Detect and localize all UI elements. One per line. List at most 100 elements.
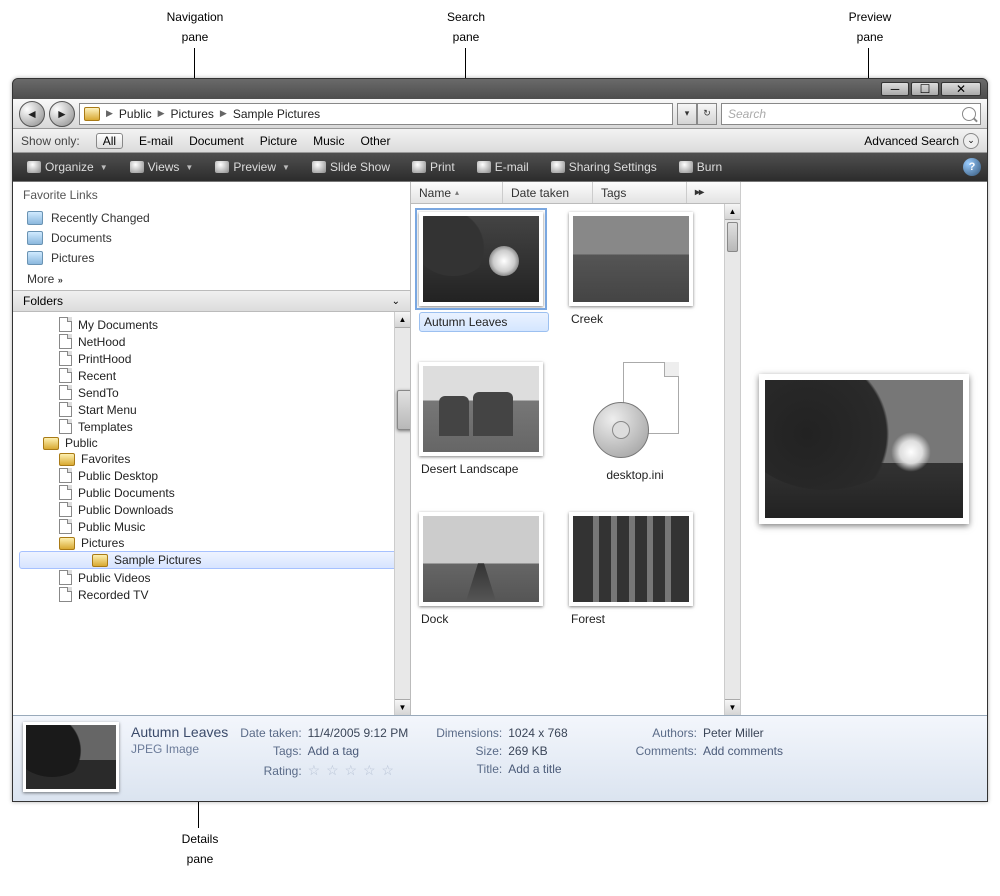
- views-button[interactable]: Views▼: [122, 156, 202, 178]
- document-icon: [59, 419, 72, 434]
- folder-icon: [59, 537, 75, 550]
- crumb-pictures[interactable]: Pictures: [171, 107, 214, 121]
- sharing-button[interactable]: Sharing Settings: [543, 156, 665, 178]
- list-scrollbar[interactable]: ▲ ▼: [724, 204, 740, 715]
- filter-document[interactable]: Document: [189, 134, 244, 148]
- item-label: Desert Landscape: [419, 462, 549, 476]
- crumb-public[interactable]: Public: [119, 107, 152, 121]
- print-button[interactable]: Print: [404, 156, 463, 178]
- slideshow-button[interactable]: Slide Show: [304, 156, 398, 178]
- slideshow-icon: [312, 161, 326, 173]
- item-creek[interactable]: Creek: [569, 212, 699, 332]
- more-columns-button[interactable]: ▸▸: [687, 187, 711, 198]
- rating-stars[interactable]: ☆ ☆ ☆ ☆ ☆: [308, 762, 409, 779]
- back-button[interactable]: ◄: [19, 101, 45, 127]
- filter-picture[interactable]: Picture: [260, 134, 297, 148]
- tree-startmenu[interactable]: Start Menu: [13, 401, 410, 418]
- tree-scrollbar[interactable]: ▲ ▼: [394, 312, 410, 715]
- tree-templates[interactable]: Templates: [13, 418, 410, 435]
- favlink-recently-changed[interactable]: Recently Changed: [13, 208, 410, 228]
- tree-recent[interactable]: Recent: [13, 367, 410, 384]
- maximize-icon: ☐: [920, 82, 931, 96]
- items-area[interactable]: Autumn Leaves Creek Desert Landscape: [411, 204, 740, 715]
- item-label: Forest: [569, 612, 699, 626]
- item-autumn-leaves[interactable]: Autumn Leaves: [419, 212, 549, 332]
- lbl-comments: Comments:: [636, 744, 697, 758]
- scroll-up-button[interactable]: ▲: [395, 312, 410, 328]
- callout-preview: Preview pane: [820, 6, 920, 47]
- burn-button[interactable]: Burn: [671, 156, 730, 178]
- explorer-window: ─ ☐ ✕ ◄ ► ▶ Public ▶ Pictures ▶ Sample P…: [12, 78, 988, 802]
- val-comments[interactable]: Add comments: [703, 744, 783, 758]
- help-button[interactable]: ?: [963, 158, 981, 176]
- scroll-thumb[interactable]: [397, 390, 410, 430]
- chevron-down-icon: ⌄: [963, 133, 979, 149]
- folders-header[interactable]: Folders ⌄: [13, 290, 410, 312]
- advanced-search-label: Advanced Search: [864, 134, 959, 148]
- favlink-documents[interactable]: Documents: [13, 228, 410, 248]
- search-placeholder: Search: [728, 107, 766, 121]
- minimize-button[interactable]: ─: [881, 82, 909, 96]
- search-input[interactable]: Search: [721, 103, 981, 125]
- documents-icon: [27, 231, 43, 245]
- filter-all[interactable]: All: [96, 133, 123, 149]
- tree-public-desktop[interactable]: Public Desktop: [13, 467, 410, 484]
- tree-recorded-tv[interactable]: Recorded TV: [13, 586, 410, 603]
- tree-public-downloads[interactable]: Public Downloads: [13, 501, 410, 518]
- col-tags[interactable]: Tags: [593, 182, 687, 203]
- tree-sample-pictures[interactable]: Sample Pictures: [19, 551, 404, 569]
- favlink-more[interactable]: More »: [13, 268, 410, 290]
- email-button[interactable]: E-mail: [469, 156, 537, 178]
- tree-public-documents[interactable]: Public Documents: [13, 484, 410, 501]
- lbl-date: Date taken:: [240, 726, 301, 740]
- thumb-forest: [569, 512, 693, 606]
- maximize-button[interactable]: ☐: [911, 82, 939, 96]
- advanced-search-button[interactable]: Advanced Search ⌄: [864, 133, 979, 149]
- callout-details: Details pane: [150, 828, 250, 869]
- tree-favorites[interactable]: Favorites: [13, 451, 410, 467]
- val-title[interactable]: Add a title: [508, 762, 567, 776]
- scroll-thumb[interactable]: [727, 222, 738, 252]
- decorative-flare: [817, 715, 987, 801]
- col-date[interactable]: Date taken: [503, 182, 593, 203]
- tree-public[interactable]: Public: [13, 435, 410, 451]
- filter-music[interactable]: Music: [313, 134, 344, 148]
- tree-public-music[interactable]: Public Music: [13, 518, 410, 535]
- search-icon: [962, 107, 976, 121]
- scroll-down-button[interactable]: ▼: [395, 699, 410, 715]
- refresh-button[interactable]: ↻: [697, 103, 717, 125]
- preview-icon: [215, 161, 229, 173]
- scroll-down-button[interactable]: ▼: [725, 699, 740, 715]
- details-thumbnail: [23, 722, 119, 792]
- preview-button[interactable]: Preview▼: [207, 156, 298, 178]
- filter-other[interactable]: Other: [360, 134, 390, 148]
- tree-printhood[interactable]: PrintHood: [13, 350, 410, 367]
- address-dropdown-button[interactable]: ▾: [677, 103, 697, 125]
- filter-bar: Show only: All E-mail Document Picture M…: [13, 129, 987, 153]
- item-forest[interactable]: Forest: [569, 512, 699, 626]
- tree-sendto[interactable]: SendTo: [13, 384, 410, 401]
- favlink-pictures[interactable]: Pictures: [13, 248, 410, 268]
- forward-button[interactable]: ►: [49, 101, 75, 127]
- filter-email[interactable]: E-mail: [139, 134, 173, 148]
- folder-icon: [84, 107, 100, 121]
- breadcrumb-bar[interactable]: ▶ Public ▶ Pictures ▶ Sample Pictures: [79, 103, 673, 125]
- val-tags[interactable]: Add a tag: [308, 744, 409, 758]
- tree-pictures[interactable]: Pictures: [13, 535, 410, 551]
- organize-button[interactable]: Organize▼: [19, 156, 116, 178]
- tree-public-videos[interactable]: Public Videos: [13, 569, 410, 586]
- item-label: Dock: [419, 612, 549, 626]
- item-dock[interactable]: Dock: [419, 512, 549, 626]
- document-icon: [59, 402, 72, 417]
- tree-mydocs[interactable]: My Documents: [13, 316, 410, 333]
- document-icon: [59, 317, 72, 332]
- close-button[interactable]: ✕: [941, 82, 981, 96]
- tree-nethood[interactable]: NetHood: [13, 333, 410, 350]
- val-date: 11/4/2005 9:12 PM: [308, 726, 409, 740]
- crumb-sample[interactable]: Sample Pictures: [233, 107, 320, 121]
- scroll-up-button[interactable]: ▲: [725, 204, 740, 220]
- thumb-dock: [419, 512, 543, 606]
- item-desert[interactable]: Desert Landscape: [419, 362, 549, 482]
- col-name[interactable]: Name▴: [411, 182, 503, 203]
- item-desktop-ini[interactable]: desktop.ini: [569, 362, 699, 482]
